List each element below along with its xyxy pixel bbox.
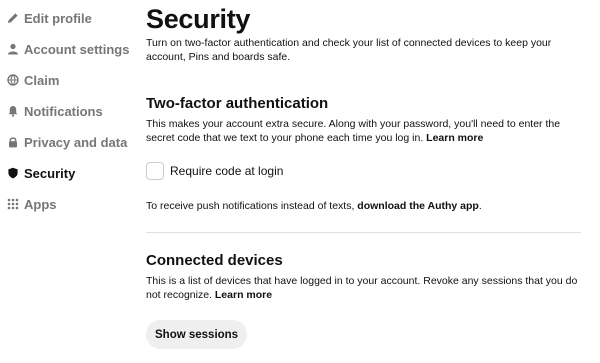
security-content: Security Turn on two-factor authenticati… [146,0,586,363]
settings-page: Edit profile Account settings Claim Noti… [0,0,600,363]
grid-icon [6,197,20,211]
sidebar-item-label: Claim [24,72,60,88]
sidebar-item-label: Apps [24,196,57,212]
pencil-icon [6,11,20,25]
sidebar-item-label: Privacy and data [24,134,128,150]
lock-icon [6,135,20,149]
connected-devices-heading: Connected devices [146,252,283,269]
two-factor-description-text: This makes your account extra secure. Al… [146,118,561,144]
sidebar-item-privacy-and-data[interactable]: Privacy and data [6,132,127,152]
page-intro: Turn on two-factor authentication and ch… [146,37,552,63]
sidebar-item-label: Security [24,165,76,181]
shield-icon [6,166,20,180]
sidebar-item-label: Account settings [24,41,130,57]
bell-icon [6,104,20,118]
require-code-label: Require code at login [170,164,284,178]
connected-devices-description-text: This is a list of devices that have logg… [146,275,578,301]
sidebar-item-apps[interactable]: Apps [6,194,57,214]
person-icon [6,42,20,56]
connected-devices-description: This is a list of devices that have logg… [146,274,578,302]
connected-devices-learn-more-link[interactable]: Learn more [215,289,272,301]
two-factor-heading: Two-factor authentication [146,95,329,112]
show-sessions-button[interactable]: Show sessions [146,320,248,349]
globe-icon [6,73,20,87]
two-factor-learn-more-link[interactable]: Learn more [426,132,483,144]
authy-text-prefix: To receive push notifications instead of… [146,200,355,212]
sidebar-item-notifications[interactable]: Notifications [6,101,103,121]
two-factor-description: This makes your account extra secure. Al… [146,117,578,145]
authy-text: To receive push notifications instead of… [146,199,578,213]
require-code-checkbox[interactable] [146,162,164,180]
authy-download-link[interactable]: download the Authy app [357,200,479,212]
page-title: Security [146,4,251,34]
section-divider [146,232,581,233]
sidebar-item-edit-profile[interactable]: Edit profile [6,8,92,28]
sidebar-item-security[interactable]: Security [6,163,75,183]
sidebar-item-label: Notifications [24,103,103,119]
sidebar-item-account-settings[interactable]: Account settings [6,39,129,59]
sidebar-item-claim[interactable]: Claim [6,70,59,90]
settings-sidebar: Edit profile Account settings Claim Noti… [0,0,130,363]
authy-text-suffix: . [478,200,482,212]
sidebar-item-label: Edit profile [24,10,92,26]
require-code-checkbox-row[interactable]: Require code at login [146,160,283,182]
